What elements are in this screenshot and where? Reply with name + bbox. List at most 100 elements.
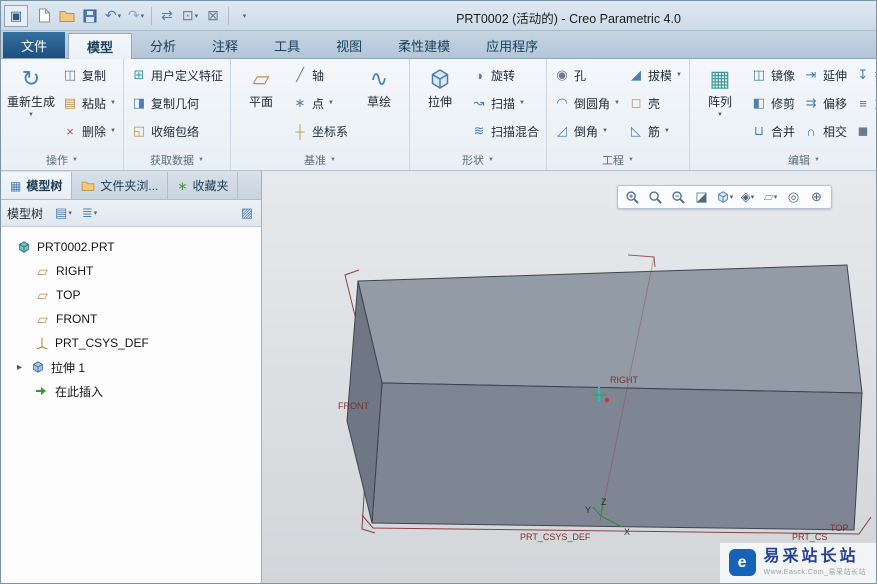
extrude-feature-icon xyxy=(31,360,45,374)
undo-button[interactable]: ↶▾ xyxy=(102,4,124,28)
display-style-button[interactable]: ▾ xyxy=(714,188,735,207)
rib-button[interactable]: ◺筋▼ xyxy=(624,117,686,145)
3d-viewport[interactable]: RIGHT FRONT TOP PRT_CS PRT_CSYS_DEF X Y … xyxy=(262,171,876,583)
sweep-button[interactable]: ↝扫描▼ xyxy=(467,89,543,117)
zoom-fit-button[interactable] xyxy=(645,188,666,207)
delete-icon: × xyxy=(62,124,78,139)
extrude-button[interactable]: 拉伸 xyxy=(413,61,467,111)
round-button[interactable]: ◠倒圆角▼ xyxy=(550,89,624,117)
offset-button[interactable]: ⇉偏移 xyxy=(799,89,851,117)
redo-button[interactable]: ↷▾ xyxy=(125,4,147,28)
tree-item-right-plane[interactable]: ▱ RIGHT xyxy=(1,259,261,283)
close-window-button[interactable]: ⊠ xyxy=(202,4,224,28)
tree-item-csys[interactable]: PRT_CSYS_DEF xyxy=(1,331,261,355)
sweep-caret-icon: ▼ xyxy=(519,100,525,106)
tab-folder-browser[interactable]: 文件夹浏... xyxy=(72,172,168,199)
tree-settings-button[interactable]: ▨ xyxy=(239,205,255,221)
datum-display-button[interactable]: ▱▾ xyxy=(760,188,781,207)
tab-analysis[interactable]: 分析 xyxy=(132,32,194,58)
annotation-display-button[interactable]: ◎ xyxy=(783,188,804,207)
datum-display-icon: ▱ xyxy=(764,189,774,205)
copy-geometry-button[interactable]: ◨复制几何 xyxy=(127,89,227,117)
spin-center-button[interactable]: ⊕ xyxy=(806,188,827,207)
tab-annotate[interactable]: 注释 xyxy=(194,32,256,58)
model-display-button[interactable]: ⊡▾ xyxy=(179,4,201,28)
group-label-get-data[interactable]: 获取数据▼ xyxy=(124,150,230,170)
udf-button[interactable]: ⊞用户定义特征 xyxy=(127,61,227,89)
thicken-button[interactable]: ≡加厚 xyxy=(851,89,876,117)
revolve-button[interactable]: ◑旋转 xyxy=(467,61,543,89)
merge-button[interactable]: ⊔合并 xyxy=(747,117,799,145)
new-button[interactable] xyxy=(33,4,55,28)
shell-button[interactable]: ◻壳 xyxy=(624,89,686,117)
tab-model[interactable]: 模型 xyxy=(68,33,132,59)
zoom-out-button[interactable] xyxy=(668,188,689,207)
group-label-operations[interactable]: 操作▼ xyxy=(1,150,123,170)
tab-favorites[interactable]: ∗ 收藏夹 xyxy=(168,172,238,199)
pattern-button[interactable]: ▦ 阵列 ▼ xyxy=(693,61,747,120)
mirror-button[interactable]: ◫镜像 xyxy=(747,61,799,89)
chamfer-button[interactable]: ◿倒角▼ xyxy=(550,117,624,145)
save-button[interactable] xyxy=(79,4,101,28)
delete-button[interactable]: ×删除▼ xyxy=(58,117,120,145)
tree-item-top-plane[interactable]: ▱ TOP xyxy=(1,283,261,307)
chamfer-icon: ◿ xyxy=(554,123,570,139)
sweep-icon: ↝ xyxy=(471,95,487,111)
z-axis-label: Z xyxy=(601,497,607,507)
regenerate-button[interactable]: ↻ 重新生成 ▼ xyxy=(4,61,58,120)
favorites-icon: ∗ xyxy=(177,179,187,193)
navigator-tabs: ▦ 模型树 文件夹浏... ∗ 收藏夹 xyxy=(1,171,261,200)
tree-list-button[interactable]: ≣▾ xyxy=(80,205,99,221)
sketch-button[interactable]: ∿ 草绘 xyxy=(352,61,406,111)
tab-flexible-modeling[interactable]: 柔性建模 xyxy=(380,32,468,58)
point-button[interactable]: ∗点▼ xyxy=(288,89,352,117)
paste-button[interactable]: ▤粘贴▼ xyxy=(58,89,120,117)
expand-icon[interactable]: ▸ xyxy=(14,362,25,373)
group-label-datum[interactable]: 基准▼ xyxy=(231,150,409,170)
tree-item-front-plane[interactable]: ▱ FRONT xyxy=(1,307,261,331)
tab-view[interactable]: 视图 xyxy=(318,32,380,58)
saved-orientations-button[interactable]: ◈▾ xyxy=(737,188,758,207)
group-label-editing[interactable]: 编辑▼ xyxy=(690,150,876,170)
draft-button[interactable]: ◢拔模▼ xyxy=(624,61,686,89)
open-button[interactable] xyxy=(56,4,78,28)
axis-button[interactable]: ╱轴 xyxy=(288,61,352,89)
group-label-shapes[interactable]: 形状▼ xyxy=(410,150,546,170)
box-top-face[interactable] xyxy=(358,265,862,393)
tab-applications[interactable]: 应用程序 xyxy=(468,32,556,58)
trim-button[interactable]: ◧修剪 xyxy=(747,89,799,117)
hole-button[interactable]: ◉孔 xyxy=(550,61,624,89)
tab-model-tree[interactable]: ▦ 模型树 xyxy=(1,172,72,199)
csys-partial-label: PRT_CS xyxy=(792,532,827,542)
tree-item-extrude[interactable]: ▸ 拉伸 1 xyxy=(1,355,261,379)
datum-plane-icon: ▱ xyxy=(35,263,50,280)
right-plane-label: RIGHT xyxy=(610,375,639,385)
group-label-engineering[interactable]: 工程▼ xyxy=(547,150,689,170)
repaint-button[interactable]: ◪ xyxy=(691,188,712,207)
customize-toolbar-button[interactable]: ▾ xyxy=(233,4,255,28)
rib-icon: ◺ xyxy=(628,123,644,139)
tab-tools[interactable]: 工具 xyxy=(256,32,318,58)
project-button[interactable]: ↧投影 xyxy=(851,61,876,89)
solidify-button[interactable]: ◼实体化 xyxy=(851,117,876,145)
tree-item-insert-here[interactable]: 在此插入 xyxy=(1,379,261,403)
shrinkwrap-button[interactable]: ◱收缩包络 xyxy=(127,117,227,145)
swept-blend-icon: ≋ xyxy=(471,123,487,139)
csys-button[interactable]: ┼坐标系 xyxy=(288,117,352,145)
swept-blend-button[interactable]: ≋扫描混合 xyxy=(467,117,543,145)
box-front-face[interactable] xyxy=(372,383,862,530)
graphics-area[interactable]: RIGHT FRONT TOP PRT_CS PRT_CSYS_DEF X Y … xyxy=(262,171,876,583)
shell-icon: ◻ xyxy=(628,95,644,111)
plane-button[interactable]: ▱ 平面 xyxy=(234,61,288,111)
tab-file[interactable]: 文件 xyxy=(3,32,65,58)
intersect-button[interactable]: ∩相交 xyxy=(799,117,851,145)
tree-item-part[interactable]: PRT0002.PRT xyxy=(1,235,261,259)
zoom-in-button[interactable] xyxy=(622,188,643,207)
chamfer-caret-icon: ▼ xyxy=(602,128,608,134)
extend-button[interactable]: ⇥延伸 xyxy=(799,61,851,89)
save-icon xyxy=(83,9,97,23)
copy-button[interactable]: ◫复制 xyxy=(58,61,120,89)
tree-filters-button[interactable]: ▤▾ xyxy=(53,205,74,221)
regenerate-quick-button[interactable]: ⇄ xyxy=(156,4,178,28)
solid-box[interactable] xyxy=(347,265,862,530)
